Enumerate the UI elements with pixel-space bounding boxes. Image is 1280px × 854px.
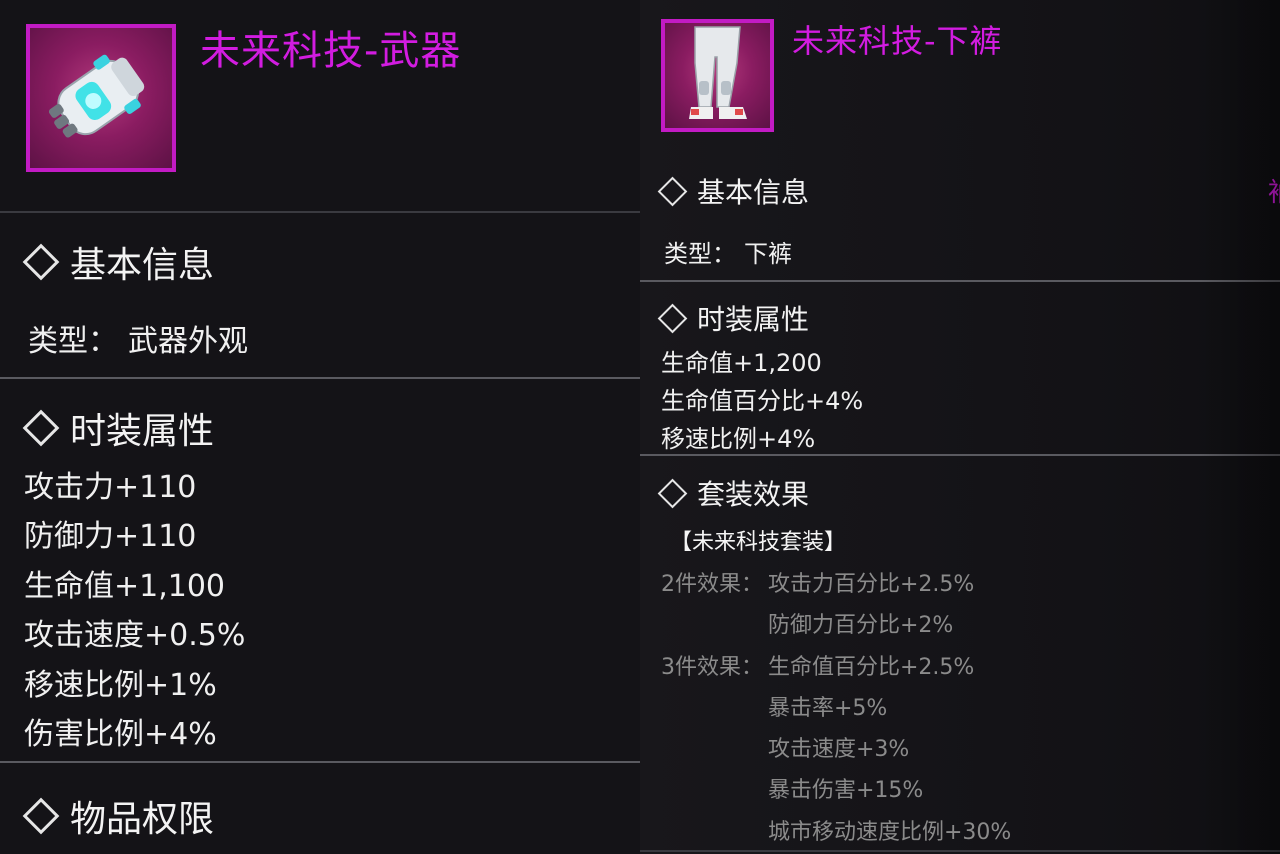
- left-item-tooltip: 未来科技-武器 基本信息 类型： 武器外观 时装属性 攻击力+110 防御力+11…: [0, 0, 640, 854]
- set-effect-line: 暴击率+5%: [768, 696, 888, 721]
- divider: [0, 761, 640, 763]
- set-effect-line: 暴击伤害+15%: [768, 778, 924, 803]
- attribute-line: 移速比例+4%: [661, 425, 816, 453]
- right-item-tooltip: 未来科技-下裤 袖 基本信息 类型： 下裤 时装属性 生命值+1,200 生命值百…: [640, 0, 1280, 854]
- divider: [0, 377, 640, 379]
- type-row: 类型： 下裤: [664, 234, 792, 269]
- set-name: 【未来科技套装】: [670, 530, 847, 555]
- section-fashion-attributes: 时装属性: [22, 402, 215, 454]
- set-tier-label: 2件效果：: [661, 572, 763, 597]
- section-basic-info: 基本信息: [657, 171, 810, 211]
- divider: [640, 850, 1280, 852]
- attribute-line: 伤害比例+4%: [24, 717, 217, 752]
- type-row: 类型： 武器外观: [28, 316, 248, 360]
- set-effect-line: 城市移动速度比例+30%: [768, 820, 1012, 845]
- diamond-icon: [657, 303, 688, 333]
- set-effect-line: 生命值百分比+2.5%: [768, 655, 975, 680]
- type-label: 类型：: [664, 240, 736, 268]
- section-title: 套装效果: [697, 478, 810, 511]
- attribute-line: 防御力+110: [24, 519, 197, 554]
- divider: [640, 280, 1280, 282]
- type-value: 下裤: [744, 240, 792, 268]
- attribute-line: 攻击速度+0.5%: [24, 618, 246, 653]
- gauntlet-weapon-icon: [26, 24, 176, 172]
- divider: [640, 454, 1280, 456]
- section-title: 物品权限: [70, 799, 215, 840]
- armored-pants-icon: [661, 19, 774, 132]
- clipped-edge-text: 袖: [1268, 172, 1280, 209]
- attribute-line: 生命值百分比+4%: [661, 387, 864, 415]
- attribute-line: 生命值+1,100: [24, 569, 226, 604]
- attribute-line: 生命值+1,200: [661, 349, 822, 377]
- section-title: 时装属性: [70, 411, 215, 452]
- section-basic-info: 基本信息: [22, 236, 215, 288]
- diamond-icon: [22, 243, 60, 281]
- section-fashion-attributes: 时装属性: [657, 298, 810, 338]
- diamond-icon: [22, 409, 60, 447]
- set-effect-line: 攻击力百分比+2.5%: [768, 572, 975, 597]
- section-item-permissions: 物品权限: [22, 790, 215, 842]
- item-title: 未来科技-武器: [200, 28, 462, 74]
- attribute-line: 移速比例+1%: [24, 668, 217, 703]
- diamond-icon: [657, 478, 688, 508]
- divider: [0, 211, 640, 213]
- section-set-effect: 套装效果: [657, 473, 810, 513]
- set-tier-label: 3件效果：: [661, 655, 763, 680]
- set-effect-line: 攻击速度+3%: [768, 737, 910, 762]
- type-value: 武器外观: [128, 324, 248, 359]
- diamond-icon: [657, 176, 688, 206]
- attribute-line: 攻击力+110: [24, 470, 197, 505]
- set-effect-line: 防御力百分比+2%: [768, 613, 954, 638]
- item-title: 未来科技-下裤: [792, 22, 1003, 60]
- section-title: 基本信息: [697, 176, 810, 209]
- diamond-icon: [22, 797, 60, 835]
- section-title: 基本信息: [70, 245, 215, 286]
- type-label: 类型：: [28, 324, 118, 359]
- section-title: 时装属性: [697, 303, 810, 336]
